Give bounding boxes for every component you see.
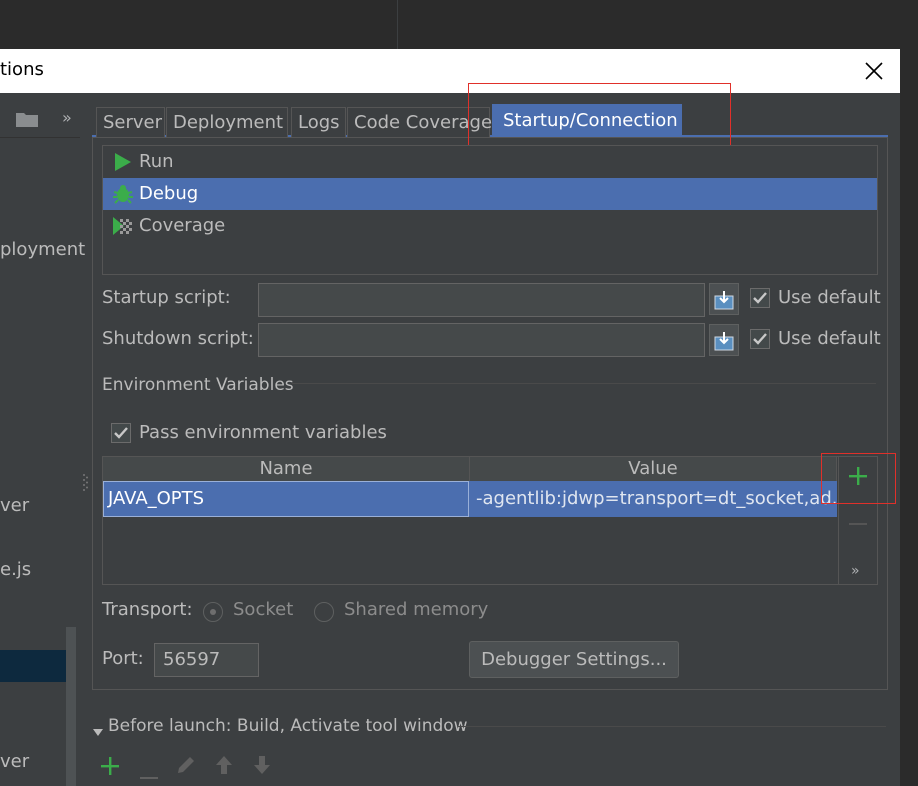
tab-deployment[interactable]: Deployment	[166, 107, 288, 137]
tab-server[interactable]: Server	[96, 107, 165, 137]
highlight-box-add	[821, 453, 896, 504]
arrow-up-icon	[216, 756, 232, 774]
divider	[0, 137, 80, 138]
startup-script-input[interactable]	[258, 283, 705, 317]
radio-dot	[210, 609, 216, 615]
tree-item-selected[interactable]	[0, 650, 66, 682]
background-divider	[397, 0, 398, 49]
more-icon[interactable]: »	[851, 563, 860, 579]
tab-logs[interactable]: Logs	[291, 107, 346, 137]
pass-env-checkbox[interactable]	[111, 423, 131, 443]
move-down-button[interactable]	[253, 755, 271, 780]
minus-icon	[849, 523, 867, 525]
minus-icon	[140, 777, 158, 779]
column-header-value[interactable]: Value	[470, 457, 837, 481]
startup-use-default-label: Use default	[778, 287, 881, 308]
transport-label: Transport:	[102, 599, 193, 620]
tree-item[interactable]: ver	[0, 751, 29, 772]
executor-label: Run	[139, 151, 174, 172]
remove-task-button[interactable]	[140, 764, 158, 785]
executor-label: Debug	[139, 183, 199, 204]
column-header-name[interactable]: Name	[103, 457, 470, 481]
highlight-box-tab	[468, 83, 731, 152]
checkmark-icon	[753, 292, 767, 304]
more-icon[interactable]: »	[62, 108, 72, 127]
browse-icon	[714, 332, 734, 351]
debugger-settings-button[interactable]: Debugger Settings...	[469, 641, 679, 678]
shutdown-script-input[interactable]	[258, 323, 705, 357]
port-input[interactable]: 56597	[154, 643, 259, 677]
arrow-down-icon	[254, 756, 270, 774]
checkmark-icon	[753, 333, 767, 345]
tree-item[interactable]: e.js	[0, 559, 31, 580]
executor-run[interactable]: Run	[103, 146, 877, 178]
edit-task-button[interactable]	[176, 755, 196, 780]
startup-browse-button[interactable]	[709, 283, 739, 315]
tree-item[interactable]: ployment	[0, 239, 85, 260]
dialog-titlebar	[0, 49, 900, 93]
shutdown-script-label: Shutdown script:	[102, 328, 254, 349]
splitter-handle[interactable]	[82, 472, 88, 494]
shutdown-browse-button[interactable]	[709, 324, 739, 356]
before-launch-label[interactable]: Before launch: Build, Activate tool wind…	[108, 716, 468, 736]
socket-label: Socket	[233, 599, 294, 620]
shared-memory-label: Shared memory	[344, 599, 489, 620]
socket-radio[interactable]	[203, 602, 223, 622]
move-up-button[interactable]	[215, 755, 233, 780]
shared-memory-radio[interactable]	[314, 602, 334, 622]
close-icon	[865, 62, 883, 80]
background-strip	[900, 49, 918, 786]
tree-item[interactable]: ver	[0, 495, 29, 516]
checkmark-icon	[114, 427, 128, 439]
folder-icon[interactable]	[16, 111, 38, 127]
dialog-title: tions	[0, 59, 44, 80]
startup-use-default-checkbox[interactable]	[750, 288, 770, 308]
env-section-title: Environment Variables	[102, 375, 294, 395]
startup-script-label: Startup script:	[102, 287, 231, 308]
collapse-triangle-icon[interactable]	[92, 722, 104, 743]
close-button[interactable]	[860, 57, 888, 85]
browse-icon	[714, 291, 734, 310]
executor-label: Coverage	[139, 215, 226, 236]
coverage-icon	[113, 217, 132, 235]
run-icon	[115, 153, 131, 171]
plus-icon	[101, 757, 119, 775]
executor-debug[interactable]: Debug	[103, 178, 877, 210]
pass-env-label: Pass environment variables	[139, 422, 387, 443]
tree-scrollbar[interactable]	[66, 627, 76, 786]
port-label: Port:	[102, 648, 144, 669]
remove-env-button[interactable]	[848, 512, 868, 533]
section-divider	[292, 383, 876, 384]
shutdown-use-default-checkbox[interactable]	[750, 329, 770, 349]
executor-coverage[interactable]: Coverage	[103, 210, 877, 242]
env-value-cell[interactable]: -agentlib:jdwp=transport=dt_socket,ad...	[470, 481, 837, 517]
debug-icon	[113, 185, 133, 204]
background-window	[0, 0, 918, 49]
pencil-icon	[178, 757, 194, 773]
shutdown-use-default-label: Use default	[778, 328, 881, 349]
add-task-button[interactable]	[100, 756, 120, 781]
env-name-cell[interactable]: JAVA_OPTS	[103, 481, 469, 517]
section-divider	[458, 726, 886, 727]
